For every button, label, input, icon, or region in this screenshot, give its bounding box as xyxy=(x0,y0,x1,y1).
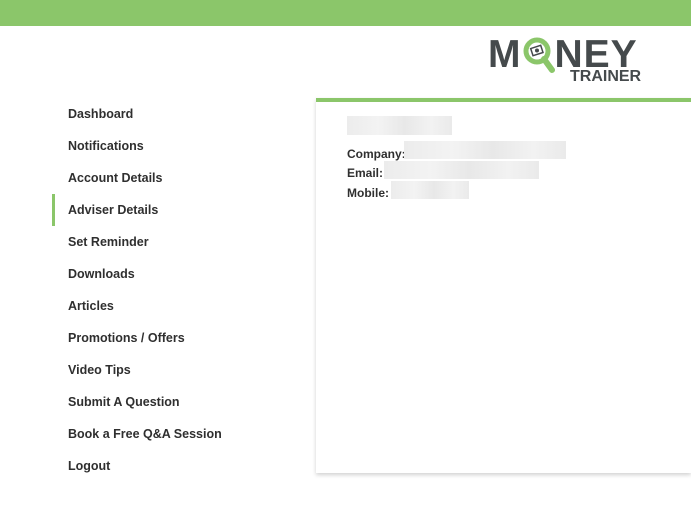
sidebar-item-submit-question[interactable]: Submit A Question xyxy=(52,386,292,418)
sidebar-item-downloads[interactable]: Downloads xyxy=(52,258,292,290)
sidebar-item-video-tips[interactable]: Video Tips xyxy=(52,354,292,386)
sidebar-item-adviser-details[interactable]: Adviser Details xyxy=(52,194,292,226)
magnifier-icon xyxy=(522,37,555,73)
sidebar-item-promotions-offers[interactable]: Promotions / Offers xyxy=(52,322,292,354)
logo-subtitle: TRAINER xyxy=(570,68,642,85)
adviser-name-redacted xyxy=(347,116,452,135)
sidebar-item-dashboard[interactable]: Dashboard xyxy=(52,98,292,130)
sidebar-item-articles[interactable]: Articles xyxy=(52,290,292,322)
top-bar xyxy=(0,0,691,26)
email-value-redacted xyxy=(384,161,539,179)
mobile-value-redacted xyxy=(391,181,469,199)
sidebar-item-logout[interactable]: Logout xyxy=(52,450,292,482)
company-label: Company: xyxy=(347,147,406,161)
company-value-redacted xyxy=(404,141,566,159)
email-label: Email: xyxy=(347,166,384,180)
sidebar-item-account-details[interactable]: Account Details xyxy=(52,162,292,194)
sidebar-item-notifications[interactable]: Notifications xyxy=(52,130,292,162)
logo-letter-m: M xyxy=(488,33,522,76)
money-trainer-logo[interactable]: M NEY TRAINER xyxy=(488,34,653,88)
sidebar-item-set-reminder[interactable]: Set Reminder xyxy=(52,226,292,258)
sidebar-nav: Dashboard Notifications Account Details … xyxy=(52,98,292,482)
mobile-label: Mobile: xyxy=(347,186,389,200)
adviser-details-panel: Company: Email: Mobile: xyxy=(316,98,691,473)
sidebar-item-book-session[interactable]: Book a Free Q&A Session xyxy=(52,418,292,450)
